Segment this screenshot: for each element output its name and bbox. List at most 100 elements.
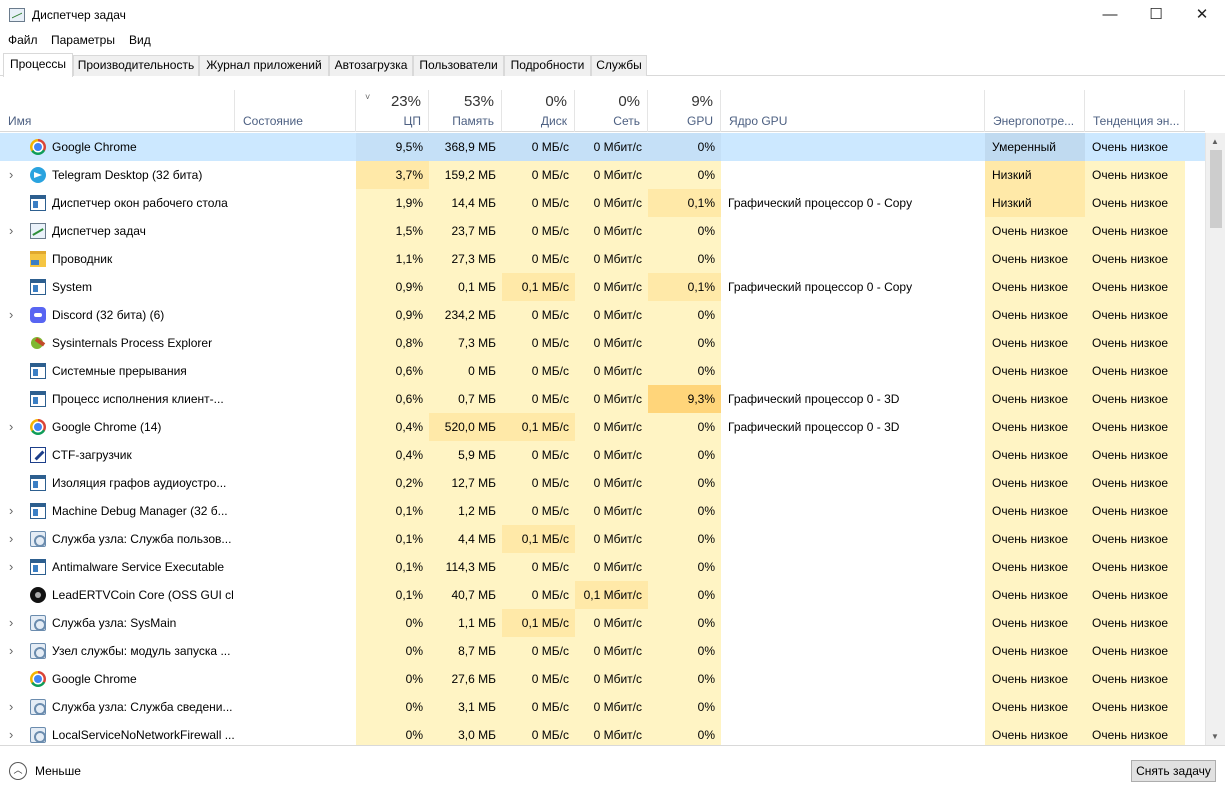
expand-chevron-icon[interactable]: › [9, 721, 13, 745]
column-header-gpu-engine[interactable]: Ядро GPU [721, 90, 985, 132]
expand-chevron-icon[interactable]: › [9, 161, 13, 189]
process-row[interactable]: Процесс исполнения клиент-... 0,6% 0,7 МБ 0… [0, 385, 1205, 413]
disk-total-percent: 0% [545, 93, 567, 110]
process-power-trend: Очень низкое [1085, 441, 1185, 469]
chrome-icon [30, 139, 46, 155]
tab-services[interactable]: Службы [591, 55, 647, 76]
expand-chevron-icon[interactable]: › [9, 637, 13, 665]
process-status [235, 581, 356, 609]
column-header-power[interactable]: Энергопотре... [985, 90, 1085, 132]
expand-chevron-icon[interactable]: › [9, 497, 13, 525]
process-row[interactable]: Системные прерывания 0,6% 0 МБ 0 МБ/с 0 Мбит… [0, 357, 1205, 385]
process-row[interactable]: › LocalServiceNoNetworkFirewall ... 0% 3,0 … [0, 721, 1205, 745]
process-row[interactable]: › Antimalware Service Executable 0,1% 114,3… [0, 553, 1205, 581]
process-power-usage: Очень низкое [985, 357, 1085, 385]
process-gpu-engine [721, 329, 985, 357]
collapse-chevron-icon[interactable]: ︿ [9, 762, 27, 780]
chrome-icon [30, 671, 46, 687]
expand-chevron-icon[interactable]: › [9, 525, 13, 553]
process-network: 0 Мбит/с [575, 329, 648, 357]
process-memory: 0 МБ [429, 357, 502, 385]
column-header-gpu[interactable]: 9% GPU [648, 90, 721, 132]
menu-file[interactable]: Файл [8, 33, 38, 47]
process-row[interactable]: › Discord (32 бита) (6) 0,9% 234,2 МБ 0 МБ/с… [0, 301, 1205, 329]
tab-app-history[interactable]: Журнал приложений [199, 55, 329, 76]
process-power-usage: Очень низкое [985, 553, 1085, 581]
process-power-trend: Очень низкое [1085, 637, 1185, 665]
process-name: Discord (32 бита) (6) [52, 308, 165, 322]
tab-processes[interactable]: Процессы [3, 53, 73, 77]
menu-view[interactable]: Вид [129, 33, 151, 47]
process-row[interactable]: › Служба узла: Служба пользов... 0,1% 4,4 М… [0, 525, 1205, 553]
process-network: 0 Мбит/с [575, 413, 648, 441]
column-header-status[interactable]: Состояние [235, 90, 356, 132]
fewer-details-link[interactable]: Меньше [35, 764, 81, 778]
process-row[interactable]: LeadERTVCoin Core (OSS GUI cli... 0,1% 40,… [0, 581, 1205, 609]
process-row[interactable]: System 0,9% 0,1 МБ 0,1 МБ/с 0 Мбит/с 0,1% Граф… [0, 273, 1205, 301]
process-gpu-engine [721, 357, 985, 385]
close-button[interactable]: ✕ [1179, 0, 1225, 31]
column-header-memory[interactable]: 53% Память [429, 90, 502, 132]
expand-chevron-icon[interactable]: › [9, 301, 13, 329]
process-status [235, 301, 356, 329]
process-row[interactable]: › Google Chrome (14) 0,4% 520,0 МБ 0,1 МБ/с 0… [0, 413, 1205, 441]
process-cpu: 1,9% [356, 189, 429, 217]
process-power-usage: Очень низкое [985, 581, 1085, 609]
column-header-disk[interactable]: 0% Диск [502, 90, 575, 132]
process-cpu: 0,4% [356, 441, 429, 469]
tab-details[interactable]: Подробности [504, 55, 591, 76]
process-network: 0 Мбит/с [575, 525, 648, 553]
vertical-scrollbar[interactable]: ▲ ▼ [1205, 133, 1225, 745]
process-gpu-engine [721, 525, 985, 553]
sort-descending-icon: ˅ [365, 92, 371, 102]
menu-bar: Файл Параметры Вид [0, 31, 1225, 51]
process-row[interactable]: Sysinternals Process Explorer 0,8% 7,3 МБ 0… [0, 329, 1205, 357]
column-header-power-trend[interactable]: Тенденция эн... [1085, 90, 1185, 132]
process-name: LeadERTVCoin Core (OSS GUI cli... [52, 588, 234, 602]
process-row[interactable]: › Служба узла: SysMain 0% 1,1 МБ 0,1 МБ/с 0 М… [0, 609, 1205, 637]
end-task-button[interactable]: Снять задачу [1131, 760, 1216, 782]
scrollbar-thumb[interactable] [1210, 150, 1222, 228]
process-cpu: 0,9% [356, 301, 429, 329]
process-status [235, 161, 356, 189]
process-row[interactable]: › Telegram Desktop (32 бита) 3,7% 159,2 МБ 0… [0, 161, 1205, 189]
column-header-cpu[interactable]: ˅ 23% ЦП [356, 90, 429, 132]
process-row[interactable]: Проводник 1,1% 27,3 МБ 0 МБ/с 0 Мбит/с 0% Очен… [0, 245, 1205, 273]
expand-chevron-icon[interactable]: › [9, 609, 13, 637]
expand-chevron-icon[interactable]: › [9, 413, 13, 441]
process-gpu: 0% [648, 357, 721, 385]
process-row[interactable]: › Machine Debug Manager (32 б... 0,1% 1,2 М… [0, 497, 1205, 525]
footer-bar: ︿ Меньше Снять задачу [0, 745, 1225, 795]
process-row[interactable]: CTF-загрузчик 0,4% 5,9 МБ 0 МБ/с 0 Мбит/с 0% О… [0, 441, 1205, 469]
process-row[interactable]: Изоляция графов аудиоустро... 0,2% 12,7 МБ… [0, 469, 1205, 497]
process-row[interactable]: Диспетчер окон рабочего стола 1,9% 14,4 МБ… [0, 189, 1205, 217]
tab-startup[interactable]: Автозагрузка [329, 55, 413, 76]
process-row[interactable]: Google Chrome 9,5% 368,9 МБ 0 МБ/с 0 Мбит/с 0… [0, 133, 1205, 161]
process-row[interactable]: › Узел службы: модуль запуска ... 0% 8,7 МБ… [0, 637, 1205, 665]
expand-chevron-icon[interactable]: › [9, 217, 13, 245]
tab-performance[interactable]: Производительность [73, 55, 199, 76]
service-gear-icon [30, 643, 46, 659]
menu-options[interactable]: Параметры [51, 33, 115, 47]
column-header-network[interactable]: 0% Сеть [575, 90, 648, 132]
process-memory: 1,1 МБ [429, 609, 502, 637]
column-header-name[interactable]: Имя [0, 90, 235, 132]
process-power-trend: Очень низкое [1085, 329, 1185, 357]
minimize-button[interactable]: — [1087, 0, 1133, 31]
tab-users[interactable]: Пользователи [413, 55, 504, 76]
process-memory: 234,2 МБ [429, 301, 502, 329]
process-disk: 0 МБ/с [502, 637, 575, 665]
process-list: Google Chrome 9,5% 368,9 МБ 0 МБ/с 0 Мбит/с 0… [0, 133, 1205, 745]
process-row[interactable]: › Служба узла: Служба сведени... 0% 3,1 МБ 0… [0, 693, 1205, 721]
process-power-usage: Низкий [985, 189, 1085, 217]
scroll-down-arrow-icon[interactable]: ▼ [1211, 732, 1219, 741]
process-cpu: 0,6% [356, 357, 429, 385]
scroll-up-arrow-icon[interactable]: ▲ [1211, 137, 1219, 146]
process-name: Диспетчер задач [52, 224, 146, 238]
process-row[interactable]: Google Chrome 0% 27,6 МБ 0 МБ/с 0 Мбит/с 0% Оч… [0, 665, 1205, 693]
expand-chevron-icon[interactable]: › [9, 693, 13, 721]
process-row[interactable]: › Диспетчер задач 1,5% 23,7 МБ 0 МБ/с 0 Мбит/… [0, 217, 1205, 245]
expand-chevron-icon[interactable]: › [9, 553, 13, 581]
maximize-button[interactable]: ☐ [1133, 0, 1179, 31]
process-gpu: 0% [648, 161, 721, 189]
